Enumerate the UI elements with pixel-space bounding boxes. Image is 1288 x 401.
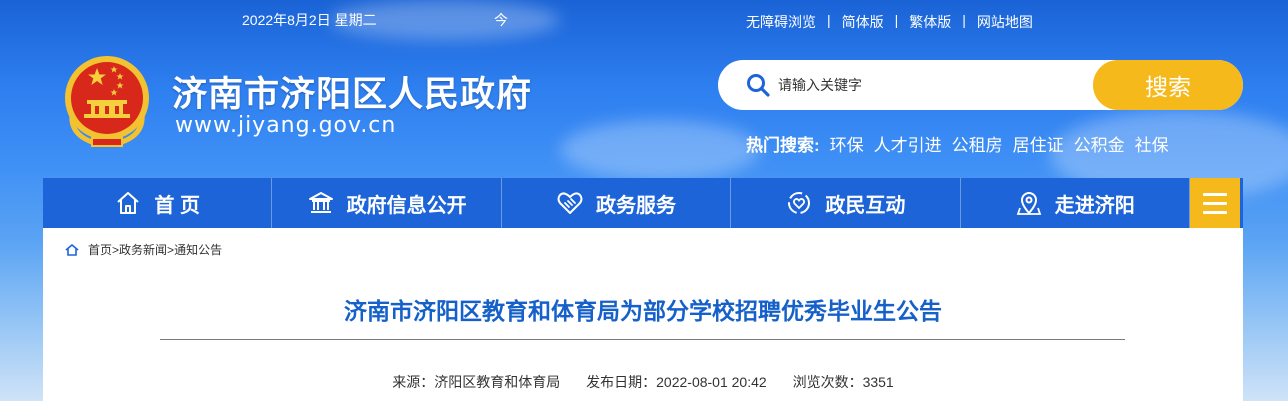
article-panel: 首页 > 政务新闻 > 通知公告 济南市济阳区教育和体育局为部分学校招聘优秀毕业…: [43, 228, 1243, 401]
breadcrumb-news[interactable]: 政务新闻: [119, 241, 167, 258]
article-meta: 来源：济阳区教育和体育局 发布日期：2022-08-01 20:42 浏览次数：…: [43, 372, 1243, 392]
handshake-heart-icon: [557, 192, 583, 214]
search-input[interactable]: [778, 72, 1078, 98]
nav-item-services[interactable]: 政务服务: [502, 178, 732, 228]
nav-item-label: 政府信息公开: [346, 194, 467, 217]
site-url: www.jiyang.gov.cn: [175, 113, 397, 138]
hot-search-item[interactable]: 公积金: [1074, 131, 1125, 156]
nav-item-interaction[interactable]: 政民互动: [731, 178, 961, 228]
hot-search-item[interactable]: 人才引进: [874, 131, 942, 156]
home-icon: [117, 192, 140, 214]
weather-text: 今: [494, 12, 508, 28]
title-divider: [160, 339, 1125, 340]
nav-item-label: 首 页: [154, 194, 200, 217]
hot-search-item[interactable]: 居住证: [1013, 131, 1064, 156]
breadcrumb: 首页 > 政务新闻 > 通知公告: [65, 241, 222, 258]
hot-search-item[interactable]: 社保: [1135, 131, 1169, 156]
nav-item-home[interactable]: 首 页: [43, 178, 273, 228]
breadcrumb-home[interactable]: 首页: [88, 241, 112, 258]
hamburger-menu-icon[interactable]: [1189, 178, 1240, 228]
separator: |: [894, 12, 899, 28]
traditional-chinese-link[interactable]: 繁体版: [909, 12, 951, 32]
breadcrumb-separator: >: [112, 242, 120, 257]
top-links: 无障碍浏览 | 简体版 | 繁体版 | 网站地图: [746, 12, 1033, 32]
article-view-count: 浏览次数：3351: [792, 374, 894, 390]
hot-search-item[interactable]: 环保: [830, 131, 864, 156]
accessibility-link[interactable]: 无障碍浏览: [746, 12, 816, 32]
article-source: 来源：济阳区教育和体育局: [392, 374, 561, 390]
hot-search: 热门搜索: 环保 人才引进 公租房 居住证 公积金 社保: [746, 131, 1179, 156]
breadcrumb-notices[interactable]: 通知公告: [174, 241, 222, 258]
national-emblem-icon: [65, 56, 149, 147]
search-box: 搜索: [718, 60, 1243, 110]
separator: |: [962, 12, 966, 28]
main-nav: 首 页 政府信息公开 政务服务 政民互动 走进济阳: [43, 178, 1243, 228]
nav-item-gov-info[interactable]: 政府信息公开: [272, 178, 502, 228]
home-icon: [65, 243, 79, 256]
hot-search-label: 热门搜索:: [746, 136, 820, 155]
nav-item-label: 走进济阳: [1054, 194, 1135, 217]
search-button[interactable]: 搜索: [1093, 60, 1243, 110]
site-title: 济南市济阳区人民政府: [172, 75, 533, 114]
sitemap-link[interactable]: 网站地图: [977, 12, 1033, 32]
nav-item-label: 政民互动: [825, 194, 906, 217]
location-pin-icon: [1016, 192, 1041, 215]
search-icon: [747, 74, 770, 97]
current-date: 2022年8月2日 星期二: [242, 12, 377, 28]
cloud-decoration: [560, 120, 760, 180]
simplified-chinese-link[interactable]: 简体版: [842, 12, 884, 32]
article-title: 济南市济阳区教育和体育局为部分学校招聘优秀毕业生公告: [344, 298, 942, 324]
breadcrumb-separator: >: [167, 242, 175, 257]
nav-item-about-jiyang[interactable]: 走进济阳: [961, 178, 1190, 228]
interaction-icon: [788, 192, 811, 214]
nav-item-label: 政务服务: [595, 194, 676, 217]
separator: |: [827, 12, 831, 28]
government-building-icon: [308, 192, 333, 213]
article-publish-date: 发布日期：2022-08-01 20:42: [586, 374, 767, 390]
hot-search-item[interactable]: 公租房: [952, 131, 1003, 156]
